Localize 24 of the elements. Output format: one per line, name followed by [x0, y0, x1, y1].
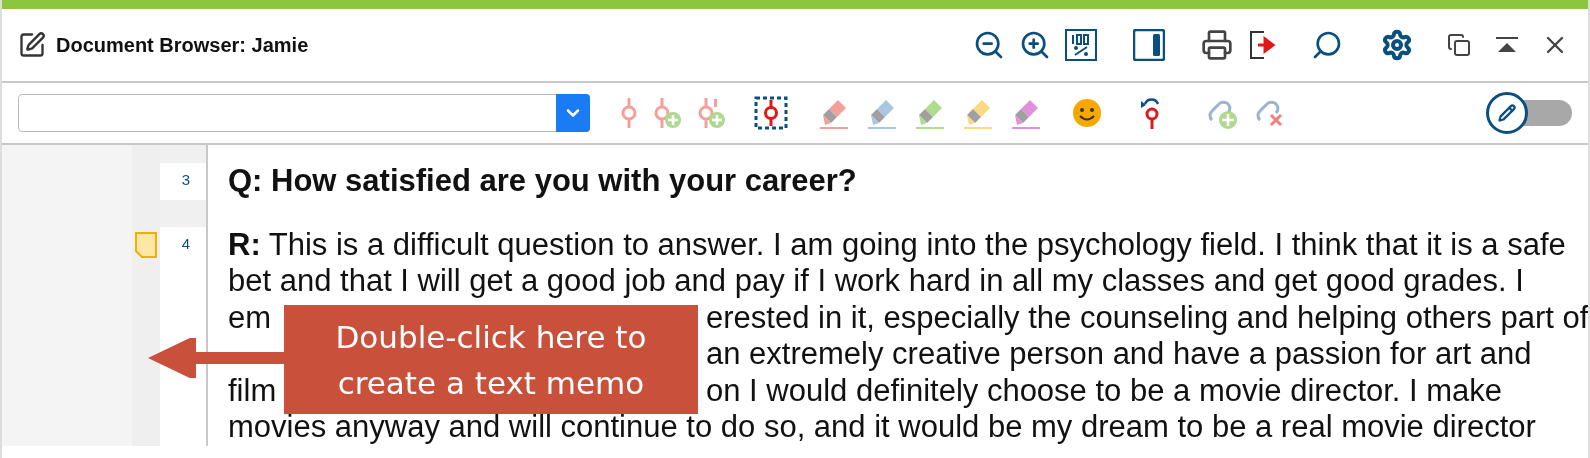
- print-button[interactable]: [1200, 28, 1234, 62]
- question-text: Q: How satisfied are you with your career?: [228, 163, 857, 198]
- panel-button[interactable]: [1132, 28, 1166, 62]
- settings-button[interactable]: [1380, 28, 1414, 62]
- smiley-icon[interactable]: [1072, 98, 1102, 128]
- pencil-icon: [1498, 104, 1516, 122]
- collapse-icon: [1495, 35, 1519, 55]
- paragraph-text: erested in it, especially the counseling and helping others part of: [706, 299, 1588, 336]
- line-number: 4: [180, 233, 191, 252]
- line-number: 3: [180, 170, 191, 188]
- paragraph-text: film: [228, 372, 277, 409]
- paragraph-text: em: [228, 299, 272, 336]
- dropdown-button[interactable]: [556, 94, 590, 132]
- window-title: Document Browser: Jamie: [56, 33, 309, 57]
- selected-pin-icon[interactable]: [754, 96, 788, 130]
- edit-document-icon: [18, 31, 46, 59]
- actual-size-button[interactable]: [1064, 28, 1098, 62]
- code-dropdown[interactable]: [18, 94, 590, 132]
- paragraph-text: bet and that I will get a good job and pay if I work hard in all my classes and get good grades. I: [228, 263, 1524, 298]
- paragraph-text: an extremely creative person and have a passion for art and: [706, 336, 1533, 373]
- paragraph-text: on I would definitely choose to be a movie director. I make: [706, 372, 1504, 409]
- edit-mode-toggle[interactable]: [1486, 93, 1572, 133]
- callout-text: Double-click here to create a text memo: [284, 305, 698, 414]
- paragraph-text: R: This is a difficult question to answer. I am going into the psychology field. I think that it is a safe: [228, 226, 1566, 262]
